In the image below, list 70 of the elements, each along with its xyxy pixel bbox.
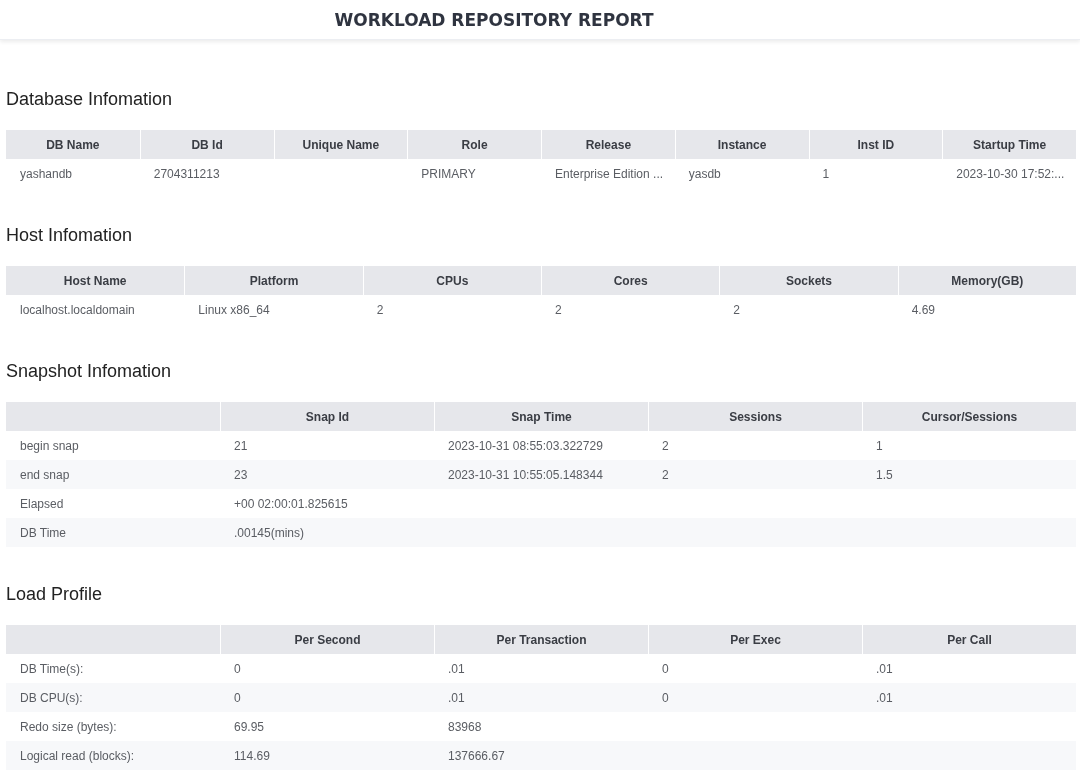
header-cell: Memory(GB) [897,266,1076,295]
table-cell-text: 2 [554,301,563,319]
header-cell: Inst ID [808,130,943,159]
header-cell: Instance [674,130,809,159]
row-label-cell-text: begin snap [19,437,80,455]
table-cell-text: 1 [821,165,831,183]
section-title: Database Infomation [6,88,174,111]
row-label-cell: Logical read (blocks): [6,741,220,770]
header-cell: Startup Time [942,130,1076,159]
table-cell: 2 [648,460,862,489]
table-cell-text: Enterprise Edition ... [554,165,665,183]
table-cell: .01 [434,683,648,712]
table-cell-text: 2 [375,301,385,319]
report-title: WORKLOAD REPOSITORY REPORT [334,9,654,30]
header-cell: Sessions [648,402,862,431]
table-cell-text: 2023-10-30 17:52:... [955,165,1066,183]
row-label-cell-text: Elapsed [19,495,65,513]
table-cell: 2023-10-31 10:55:05.148344 [434,460,648,489]
header-cell: Cursor/Sessions [862,402,1076,431]
table-cell: 1.5 [862,460,1076,489]
header-cell: DB Name [6,130,140,159]
table-cell-text: 2 [661,437,670,455]
row-label-cell: DB Time [6,518,220,547]
table-cell: 137666.67 [434,741,648,770]
table-cell-text: 0 [233,660,242,678]
header-cell: Cores [541,266,720,295]
header-cell: Platform [184,266,363,295]
table-cell-text: yashandb [19,165,74,183]
header-cell: Per Call [862,625,1076,654]
table-cell: 0 [220,683,434,712]
header-cell: Snap Time [434,402,648,431]
header-cell: Sockets [719,266,898,295]
table-cell-text: .01 [447,660,466,678]
header-cell: Per Exec [648,625,862,654]
section-title: Snapshot Infomation [6,360,173,383]
table-cell: 23 [220,460,434,489]
header-cell: Release [541,130,675,159]
table-cell-text: .01 [875,660,894,678]
table-cell-text: 0 [661,660,670,678]
table-cell-text: +00 02:00:01.825615 [233,495,349,513]
row-label-cell-text: DB Time(s): [19,660,85,678]
row-label-cell: end snap [6,460,220,489]
table-cell-text: 21 [233,437,249,455]
header-cell: Role [407,130,541,159]
table-cell-text: PRIMARY [420,165,477,183]
table-cell-text: 2704311213 [152,165,221,183]
header-cell: Unique Name [273,130,408,159]
header-cell: Per Second [220,625,434,654]
header-cell: CPUs [362,266,541,295]
header-cell: Host Name [6,266,185,295]
row-label-cell: DB CPU(s): [6,683,220,712]
table-cell: 114.69 [220,741,434,770]
table-cell-text: 4.69 [910,301,936,319]
header-cell: Per Transaction [434,625,648,654]
table-cell-text: localhost.localdomain [19,301,136,319]
table-cell: .01 [862,683,1076,712]
header-cell: DB Id [139,130,274,159]
header-cell: Snap Id [220,402,434,431]
table-cell: .00145(mins) [220,518,434,547]
table-cell-text: Linux x86_64 [197,301,271,319]
table-cell-text: yasdb [687,165,722,183]
table-cell-text: 1 [875,437,884,455]
table-cell-text: 69.95 [233,718,266,736]
table-cell-text: 2023-10-31 08:55:03.322729 [447,437,604,455]
row-label-cell-text: Redo size (bytes): [19,718,118,736]
section-title: Load Profile [6,583,104,606]
section-title: Host Infomation [6,224,134,247]
table-cell-text: 2 [732,301,741,319]
table-cell-text: 83968 [447,718,483,736]
table-cell: 0 [648,683,862,712]
